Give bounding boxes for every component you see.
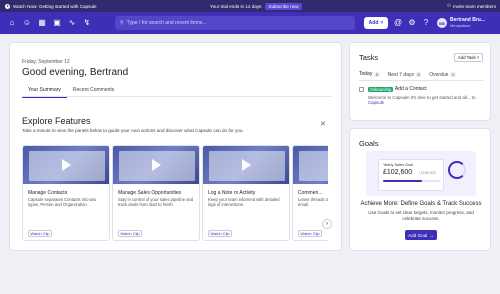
add-task-label: Add Task [457,55,476,60]
feature-title: Commen... [298,190,323,196]
tab-label: Today [359,71,373,77]
goal-progress-bar [383,180,441,182]
watch-clip-button[interactable]: Watch Clip [208,230,232,237]
summary-card: Friday, September 12 Good evening, Bertr… [9,42,342,251]
person-icon[interactable]: ☺ [22,18,32,28]
video-thumbnail[interactable] [23,146,109,184]
goals-title: Goals [359,139,379,148]
play-icon [152,159,161,171]
goals-description: Use Goals to set clear targets, monitor … [368,210,474,221]
add-button[interactable]: Add ˅ [364,17,388,29]
calendar-icon[interactable]: ▦ [37,18,47,28]
video-thumbnail[interactable] [293,146,328,184]
task-link[interactable]: Capsule [368,100,384,105]
tab-label: Overdue [429,71,449,78]
trial-notice: Your trial ends in 14 days Subscribe now [210,0,302,12]
play-icon [62,159,71,171]
illus-target: / £150,000 [419,171,436,175]
help-icon[interactable]: ? [421,18,431,28]
trial-text: Your trial ends in 14 days [210,3,262,9]
illus-title: Yearly Sales Goal [383,163,414,167]
task-checkbox[interactable] [359,87,364,92]
top-navigation: ⌂ ☺ ▦ ▣ ∿ ↯ ⚲ Type / for search and rece… [0,12,500,34]
tab-count: 1 [450,72,456,77]
home-icon[interactable]: ⌂ [7,18,17,28]
chart-icon[interactable]: ∿ [67,18,77,28]
user-org: Mindpalace [450,23,471,28]
goal-gauge [448,161,466,179]
gear-icon[interactable]: ⚙ [407,18,417,28]
tab-count: 0 [415,72,422,77]
feature-card[interactable]: Manage Sales Opportunities Stay in contr… [112,145,200,241]
task-title[interactable]: Add a Contact [395,86,427,92]
chevron-right-icon[interactable]: › [322,219,332,229]
watch-clip-button[interactable]: Watch Clip [298,230,322,237]
watch-clip-button[interactable]: Watch Clip [28,230,52,237]
chevron-down-icon: ˅ [476,55,480,60]
chevron-down-icon: ˅ [380,20,384,26]
search-placeholder: Type / for search and recent items... [126,20,207,26]
watch-now-link[interactable]: Watch Now: Getting started with Capsule [5,0,97,12]
feature-cards: Manage Contacts Capsule separates Contac… [22,145,328,242]
at-icon[interactable]: @ [393,18,403,28]
top-banner: Watch Now: Getting started with Capsule … [0,0,500,12]
explore-title: Explore Features [22,116,91,126]
person-plus-icon: ⚇ [446,3,452,8]
feature-desc: Leave threads of colleagues, p... app an… [298,197,328,208]
invite-team-link[interactable]: ⚇ Invite team members [447,0,496,12]
feature-desc: Keep your team informed with detailed lo… [208,197,280,208]
invite-text: Invite team members [453,3,496,9]
tab-count: 0 [374,71,380,77]
watch-clip-button[interactable]: Watch Clip [118,230,142,237]
greeting-title: Good evening, Bertrand [22,67,129,78]
play-icon [5,3,10,9]
bolt-icon[interactable]: ↯ [82,18,92,28]
arrow-right-icon: → [429,232,434,238]
feature-card[interactable]: Manage Contacts Capsule separates Contac… [22,145,110,241]
close-icon[interactable]: ✕ [320,120,326,128]
task-desc: Welcome to Capsule! It's time to get sta… [368,95,486,106]
add-goal-button[interactable]: Add Goal → [405,230,437,240]
watch-now-text: Watch Now: Getting started with Capsule [13,3,97,9]
feature-desc: Capsule separates Contacts into two type… [28,197,97,208]
task-tag: Onboarding [368,86,393,92]
goal-illustration: Yearly Sales Goal £102,600 / £150,000 [366,151,476,196]
feature-title: Log a Note or Activity [208,190,256,196]
feature-card[interactable]: Log a Note or Activity Keep your team in… [202,145,290,241]
tabs-divider [22,96,331,97]
feature-title: Manage Contacts [28,190,68,196]
task-desc-text: Welcome to Capsule! It's time to get sta… [368,95,476,100]
video-thumbnail[interactable] [203,146,289,184]
subscribe-button[interactable]: Subscribe now [265,2,302,10]
feature-title: Manage Sales Opportunities [118,190,182,196]
goals-card: Goals Yearly Sales Goal £102,600 / £150,… [349,128,491,251]
search-input[interactable]: ⚲ Type / for search and recent items... [115,16,355,30]
illus-amount: £102,600 [383,169,413,176]
current-date: Friday, September 12 [22,59,70,65]
tasks-card: Tasks Add Task ˅ Today 0 Next 7 days 0 O… [349,42,491,121]
briefcase-icon[interactable]: ▣ [52,18,62,28]
search-icon: ⚲ [120,20,124,26]
add-task-button[interactable]: Add Task ˅ [454,53,483,62]
tasks-title: Tasks [359,53,379,62]
goals-headline: Achieve More: Define Goals & Track Succe… [360,201,482,207]
tasks-divider [359,80,483,81]
avatar: BB [437,18,447,28]
video-thumbnail[interactable] [113,146,199,184]
play-icon [242,159,251,171]
add-goal-label: Add Goal [408,232,428,238]
feature-desc: Stay in control of your sales pipeline a… [118,197,194,208]
add-label: Add [368,20,379,26]
user-menu[interactable]: BB Bertrand Bru... Mindpalace [437,16,485,30]
tab-label: Next 7 days [387,71,414,78]
explore-subtitle: Take a minute to view the panels below t… [22,128,244,133]
goal-progress-fill [383,180,423,182]
